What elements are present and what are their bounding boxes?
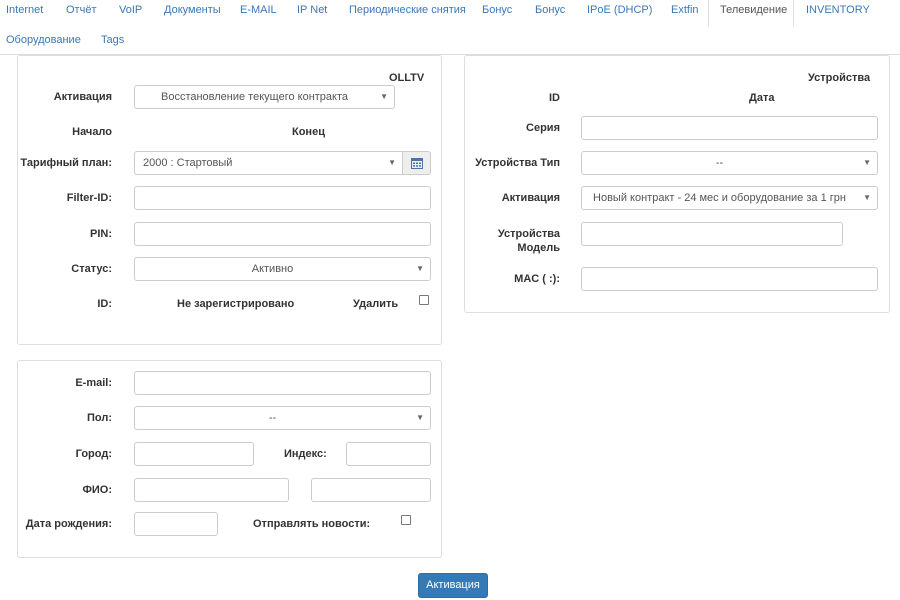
tab-periodic-charges[interactable]: Периодические снятия bbox=[349, 4, 466, 16]
tariff-select[interactable]: 2000 : Стартовый ▼ bbox=[134, 151, 403, 175]
index-input[interactable] bbox=[346, 442, 431, 466]
tab-ipoe-dhcp[interactable]: IPoE (DHCP) bbox=[587, 4, 652, 16]
tab-email[interactable]: E-MAIL bbox=[240, 4, 277, 16]
filter-id-label: Filter-ID: bbox=[66, 192, 112, 204]
birth-date-label: Дата рождения: bbox=[25, 518, 112, 530]
device-date-label: Дата bbox=[749, 92, 775, 104]
olltv-activation-value: Восстановление текущего контракта bbox=[160, 91, 349, 103]
calendar-button[interactable] bbox=[403, 151, 431, 175]
devices-title: Устройства bbox=[808, 72, 871, 84]
chevron-down-icon: ▼ bbox=[380, 92, 388, 101]
serial-label: Серия bbox=[526, 122, 560, 134]
olltv-title: OLLTV bbox=[389, 72, 425, 84]
model-label-line1: Устройства bbox=[497, 228, 560, 240]
calendar-icon bbox=[411, 158, 423, 169]
index-label: Индекс: bbox=[284, 448, 327, 460]
device-activation-label: Активация bbox=[501, 192, 560, 204]
status-select[interactable]: Активно ▼ bbox=[134, 257, 431, 281]
fio-input-1[interactable] bbox=[134, 478, 289, 502]
device-type-value: -- bbox=[715, 157, 724, 169]
pin-input[interactable] bbox=[134, 222, 431, 246]
email-input[interactable] bbox=[134, 371, 431, 395]
chevron-down-icon: ▼ bbox=[416, 413, 424, 422]
tab-bar: Internet Отчёт VoIP Документы E-MAIL IP … bbox=[0, 0, 900, 55]
city-label: Город: bbox=[75, 448, 112, 460]
model-label-line2: Модель bbox=[517, 242, 560, 254]
end-label: Конец bbox=[292, 126, 325, 138]
olltv-activation-select[interactable]: Восстановление текущего контракта ▼ bbox=[134, 85, 395, 109]
status-label: Статус: bbox=[71, 263, 112, 275]
tab-equipment[interactable]: Оборудование bbox=[6, 34, 81, 46]
olltv-activation-label: Активация bbox=[53, 91, 112, 103]
delete-label: Удалить bbox=[353, 298, 399, 310]
send-news-checkbox[interactable] bbox=[401, 515, 411, 525]
serial-input[interactable] bbox=[581, 116, 878, 140]
gender-select[interactable]: -- ▼ bbox=[134, 406, 431, 430]
city-input[interactable] bbox=[134, 442, 254, 466]
tariff-value: 2000 : Стартовый bbox=[143, 157, 233, 169]
chevron-down-icon: ▼ bbox=[863, 193, 871, 202]
filter-id-input[interactable] bbox=[134, 186, 431, 210]
tab-internet[interactable]: Internet bbox=[6, 4, 43, 16]
tab-bonus-1[interactable]: Бонус bbox=[482, 4, 512, 16]
activate-button[interactable]: Активация bbox=[418, 573, 488, 598]
chevron-down-icon: ▼ bbox=[388, 158, 396, 167]
device-type-label: Устройства Тип bbox=[475, 157, 560, 169]
gender-label: Пол: bbox=[86, 412, 112, 424]
fio-label: ФИО: bbox=[82, 484, 112, 496]
device-id-label: ID bbox=[549, 92, 560, 104]
tab-report[interactable]: Отчёт bbox=[66, 4, 96, 16]
device-type-select[interactable]: -- ▼ bbox=[581, 151, 878, 175]
start-label: Начало bbox=[72, 126, 112, 138]
tab-ip-net[interactable]: IP Net bbox=[297, 4, 327, 16]
device-activation-value: Новый контракт - 24 мес и оборудование з… bbox=[593, 192, 846, 204]
tariff-label: Тарифный план: bbox=[20, 157, 112, 169]
birth-date-input[interactable] bbox=[134, 512, 218, 536]
id-label: ID: bbox=[97, 298, 112, 310]
status-value: Активно bbox=[251, 263, 294, 275]
tab-bonus-2[interactable]: Бонус bbox=[535, 4, 565, 16]
chevron-down-icon: ▼ bbox=[863, 158, 871, 167]
mac-input[interactable] bbox=[581, 267, 878, 291]
pin-label: PIN: bbox=[90, 228, 112, 240]
gender-value: -- bbox=[268, 412, 277, 424]
tab-voip[interactable]: VoIP bbox=[119, 4, 142, 16]
device-activation-select[interactable]: Новый контракт - 24 мес и оборудование з… bbox=[581, 186, 878, 210]
tab-documents[interactable]: Документы bbox=[164, 4, 221, 16]
email-label: E-mail: bbox=[75, 377, 112, 389]
tab-tags[interactable]: Tags bbox=[101, 34, 124, 46]
send-news-label: Отправлять новости: bbox=[253, 518, 371, 530]
tab-inventory[interactable]: INVENTORY bbox=[806, 4, 870, 16]
fio-input-2[interactable] bbox=[311, 478, 431, 502]
mac-label: MAC ( :): bbox=[514, 273, 560, 285]
delete-checkbox[interactable] bbox=[419, 295, 429, 305]
tab-extfin[interactable]: Extfin bbox=[671, 4, 699, 16]
model-input[interactable] bbox=[581, 222, 843, 246]
tab-television[interactable]: Телевидение bbox=[720, 4, 787, 16]
id-value: Не зарегистрировано bbox=[177, 298, 295, 310]
chevron-down-icon: ▼ bbox=[416, 264, 424, 273]
